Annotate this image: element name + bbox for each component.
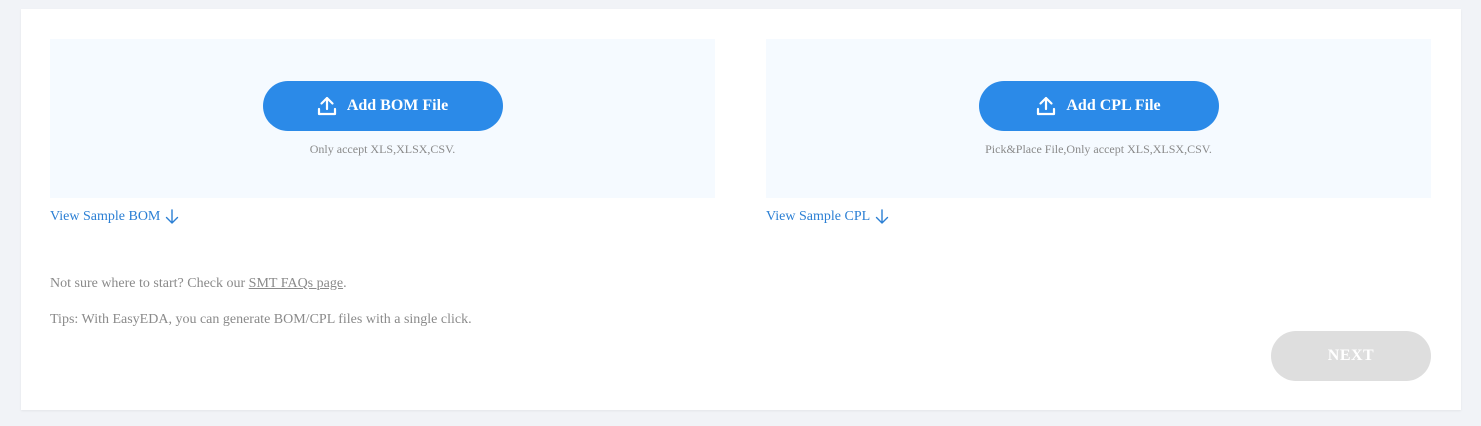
view-sample-cpl-label: View Sample CPL xyxy=(766,209,871,224)
download-arrow-icon xyxy=(165,209,179,225)
view-sample-cpl-link[interactable]: View Sample CPL xyxy=(766,209,889,225)
bom-dropzone[interactable]: Add BOM File Only accept XLS,XLSX,CSV. xyxy=(50,39,715,198)
upload-icon xyxy=(317,96,337,116)
next-button[interactable]: NEXT xyxy=(1271,331,1431,381)
download-arrow-icon xyxy=(875,209,889,225)
cpl-file-hint: Pick&Place File,Only accept XLS,XLSX,CSV… xyxy=(985,142,1212,156)
add-cpl-file-label: Add CPL File xyxy=(1066,97,1161,114)
upload-card: Add BOM File Only accept XLS,XLSX,CSV. A… xyxy=(21,9,1461,410)
faq-prefix: Not sure where to start? Check our xyxy=(50,276,249,291)
tips-note: Tips: With EasyEDA, you can generate BOM… xyxy=(50,312,472,327)
add-cpl-file-button[interactable]: Add CPL File xyxy=(978,81,1219,131)
upload-icon xyxy=(1036,96,1056,116)
cpl-dropzone[interactable]: Add CPL File Pick&Place File,Only accept… xyxy=(766,39,1431,198)
bom-file-hint: Only accept XLS,XLSX,CSV. xyxy=(309,142,456,156)
add-bom-file-label: Add BOM File xyxy=(346,97,449,114)
add-bom-file-button[interactable]: Add BOM File xyxy=(262,81,503,131)
view-sample-bom-link[interactable]: View Sample BOM xyxy=(50,209,179,225)
faq-suffix: . xyxy=(343,276,347,291)
view-sample-bom-label: View Sample BOM xyxy=(50,209,161,224)
faq-note: Not sure where to start? Check our SMT F… xyxy=(50,276,347,292)
smt-faqs-link[interactable]: SMT FAQs page xyxy=(249,276,343,291)
